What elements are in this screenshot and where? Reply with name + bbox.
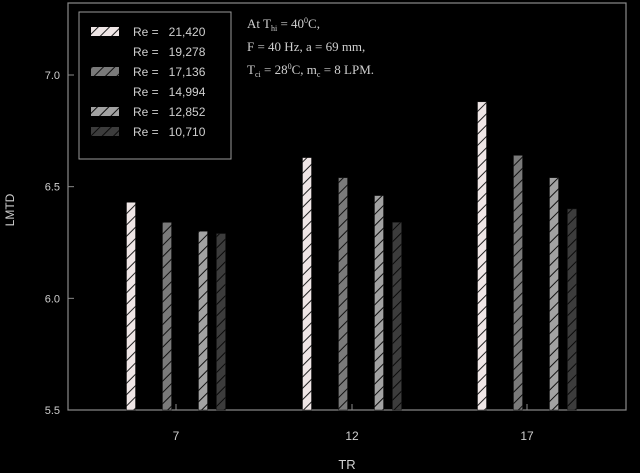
legend-swatch xyxy=(91,107,119,116)
x-axis-label: TR xyxy=(338,457,355,472)
bar xyxy=(513,155,523,411)
y-tick-label: 6.0 xyxy=(45,293,60,305)
y-tick-label: 7.0 xyxy=(45,70,60,82)
legend-label: Re = 17,136 xyxy=(133,65,206,79)
legend-label: Re = 10,710 xyxy=(133,125,206,139)
annotation-text: = 8 LPM. xyxy=(320,62,374,77)
legend-label: Re = 21,420 xyxy=(133,25,206,39)
annotation-line-1: At Thi = 400C, xyxy=(247,16,320,33)
annotation-text: = 40 xyxy=(277,16,304,31)
y-axis-label: LMTD xyxy=(3,193,17,226)
y-tick-label: 6.5 xyxy=(45,182,60,194)
bar xyxy=(477,101,487,411)
annotation-text: = 28 xyxy=(261,62,288,77)
annotation-text: C, xyxy=(308,16,320,31)
x-tick-label: 7 xyxy=(173,429,180,443)
annotation-line-2: F = 40 Hz, a = 69 mm, xyxy=(247,39,365,54)
annotation-text: C, m xyxy=(292,62,317,77)
bar xyxy=(549,177,559,411)
y-axis-ticks: 5.5 6.0 6.5 7.0 xyxy=(45,70,74,417)
y-tick-label: 5.5 xyxy=(45,405,60,417)
x-tick-label: 17 xyxy=(520,429,534,443)
bar xyxy=(302,157,312,411)
bar xyxy=(374,195,384,411)
legend-swatch xyxy=(91,67,119,76)
bar xyxy=(126,202,136,411)
bar xyxy=(338,177,348,411)
bar xyxy=(216,233,226,411)
bar xyxy=(567,208,577,411)
bar xyxy=(162,222,172,411)
legend-label: Re = 14,994 xyxy=(133,85,206,99)
legend-swatch xyxy=(91,27,119,36)
annotation-text: At T xyxy=(247,16,271,31)
annotation-text: T xyxy=(247,62,255,77)
bar xyxy=(198,231,208,411)
chart: 5.56.06.57.0 7 12 17 TR LMTD Re = 21,420Re… xyxy=(3,2,627,472)
x-tick-label: 12 xyxy=(345,429,359,443)
legend-label: Re = 12,852 xyxy=(133,105,206,119)
legend: Re = 21,420 Re = 19,278 Re = 17,136 Re = 14… xyxy=(78,11,232,160)
legend-label: Re = 19,278 xyxy=(133,45,206,59)
bar xyxy=(392,222,402,411)
annotation-block: At Thi = 400C, F = 40 Hz, a = 69 mm, Tci… xyxy=(247,16,374,79)
annotation-line-3: Tci = 280C, mc = 8 LPM. xyxy=(247,62,374,79)
legend-swatch xyxy=(91,127,119,136)
